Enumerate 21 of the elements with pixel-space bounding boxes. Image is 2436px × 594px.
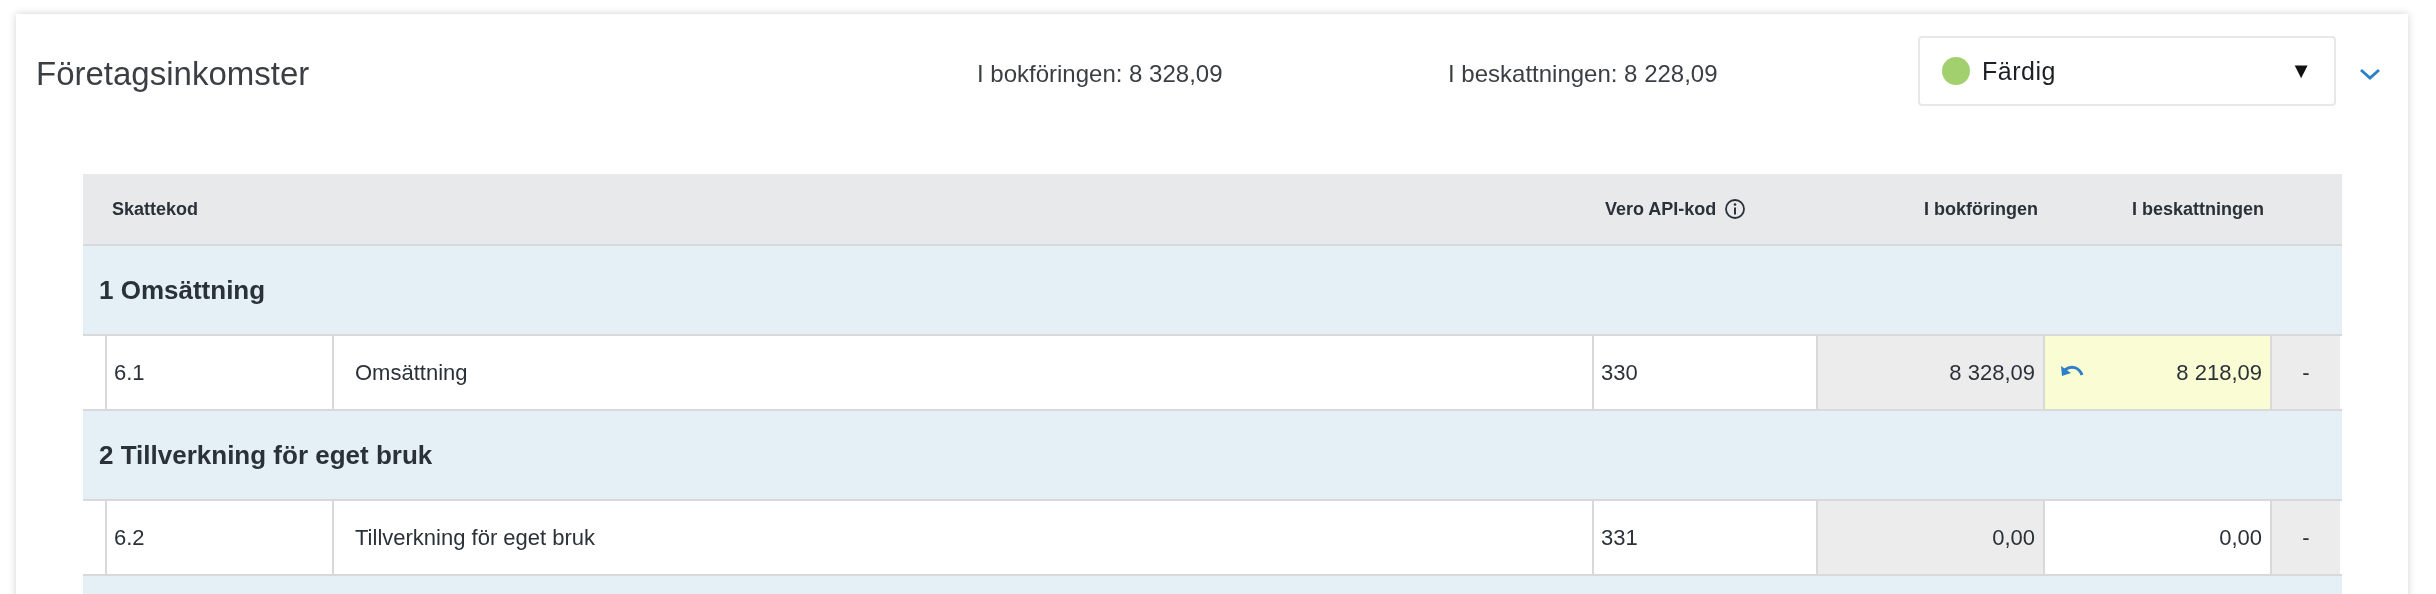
- table-cell: 8 328,09: [1818, 336, 2045, 409]
- column-header: Vero API-kod: [1598, 198, 1822, 220]
- table-cell: 6.1: [107, 336, 334, 409]
- section-title: Företagsinkomster: [36, 55, 311, 93]
- table-cell: 0,00: [1818, 501, 2045, 574]
- table-cell: -: [2272, 501, 2340, 574]
- column-header: I bokföringen: [1923, 198, 2039, 220]
- amount-field[interactable]: 8 218,09: [2045, 336, 2272, 409]
- bookkeeping-total: I bokföringen: 8 328,09: [977, 60, 1224, 88]
- info-icon[interactable]: [1724, 198, 1747, 220]
- group-title: 2 Tillverkning för eget bruk: [98, 439, 433, 471]
- table-cell: -: [2272, 336, 2340, 409]
- table-cell: 6.2: [107, 501, 334, 574]
- status-dropdown[interactable]: Färdig ▼: [1918, 36, 2336, 106]
- table-cell: Omsättning: [334, 336, 1594, 409]
- chevron-down-icon[interactable]: [2358, 66, 2382, 82]
- column-header: Skattekod: [111, 198, 200, 220]
- table-cell: Tillverkning för eget bruk: [334, 501, 1594, 574]
- group-title: 1 Omsättning: [98, 274, 266, 306]
- column-header: I beskattningen: [2130, 198, 2265, 220]
- taxation-total: I beskattningen: 8 228,09: [1448, 60, 1719, 88]
